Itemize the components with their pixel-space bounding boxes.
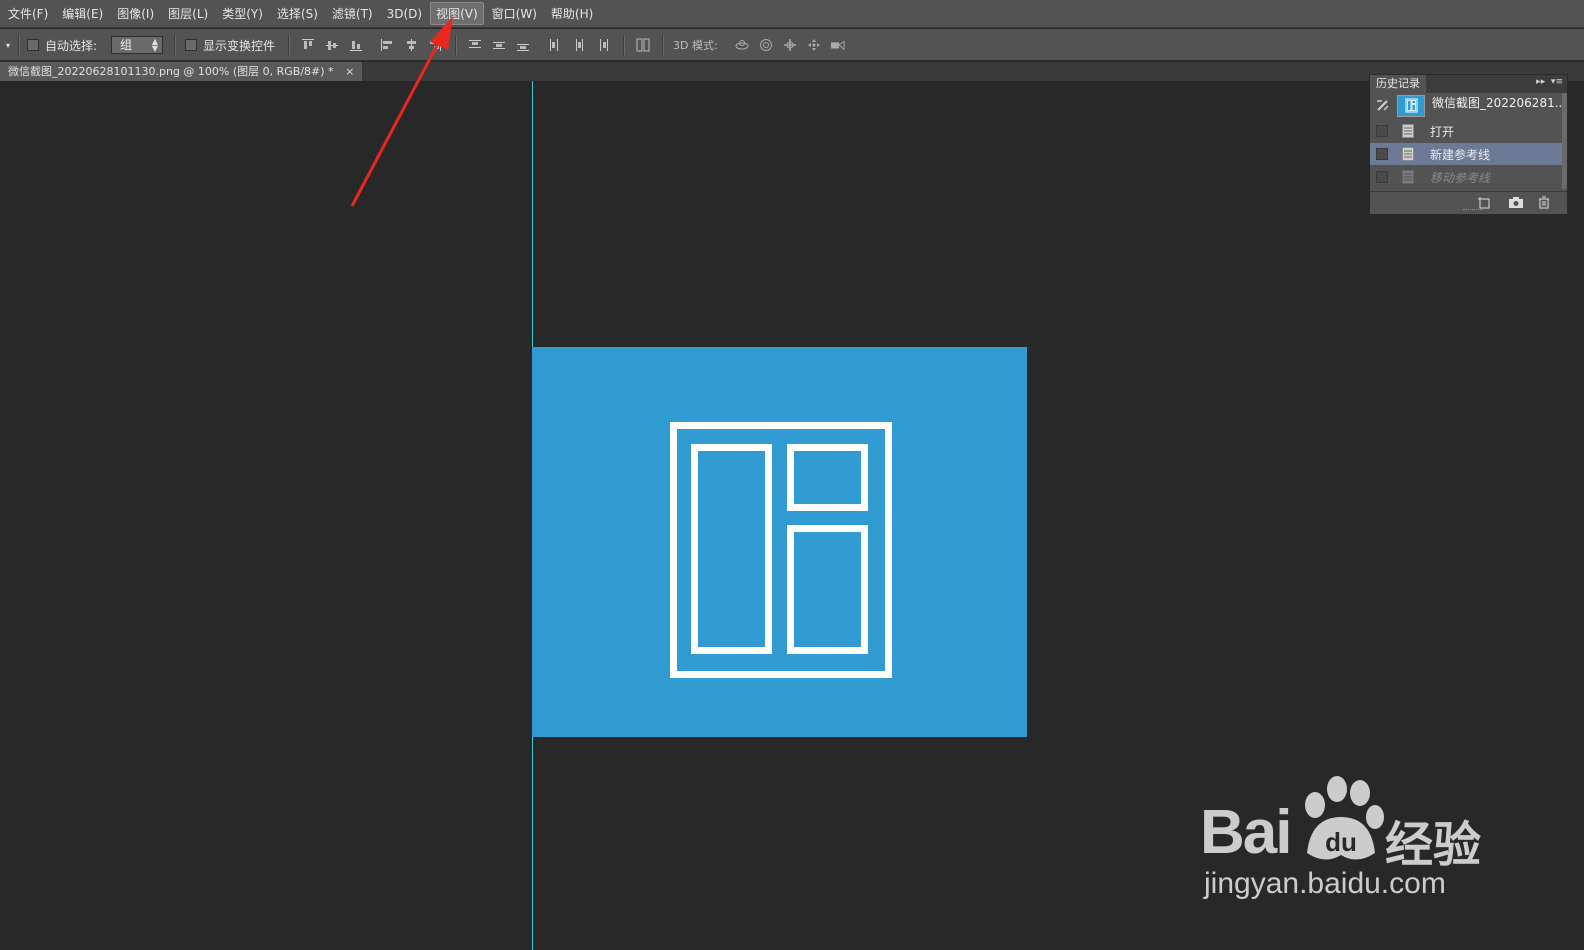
document-icon — [1402, 170, 1414, 184]
document-tab-title: 微信截图_20220628101130.png @ 100% (图层 0, RG… — [8, 65, 334, 78]
history-step-label: 新建参考线 — [1430, 147, 1491, 162]
show-transform-label: 显示变换控件 — [203, 38, 276, 53]
snapshot-thumbnail — [1397, 95, 1425, 117]
auto-select-checkbox[interactable] — [27, 39, 39, 51]
3d-slide-icon[interactable] — [807, 38, 821, 52]
history-panel-title[interactable]: 历史记录 — [1370, 75, 1426, 93]
watermark: Bai du 经验 jingyan.baidu.com — [1200, 775, 1490, 905]
camera-icon[interactable] — [1508, 196, 1524, 209]
auto-select-value: 组 — [120, 38, 133, 52]
stepper-arrows-icon: ▲ ▼ — [151, 37, 158, 53]
distribute-horizontal-center-icon[interactable] — [572, 38, 586, 52]
menu-layer[interactable]: 图层(L) — [162, 2, 214, 25]
align-top-icon[interactable] — [301, 38, 315, 52]
3d-mode-label: 3D 模式: — [673, 39, 718, 52]
history-step-checkbox[interactable] — [1376, 171, 1388, 183]
layout-grid-icon — [670, 422, 892, 678]
menu-help[interactable]: 帮助(H) — [545, 2, 599, 25]
show-transform-checkbox[interactable] — [185, 39, 197, 51]
history-scrollbar[interactable] — [1562, 93, 1567, 189]
history-step-label: 打开 — [1430, 124, 1455, 139]
history-step-checkbox[interactable] — [1376, 148, 1388, 160]
collapse-icon[interactable]: ▸▸ ▾≡ — [1536, 77, 1563, 87]
auto-select-label: 自动选择: — [45, 38, 98, 53]
menu-file[interactable]: 文件(F) — [2, 2, 54, 25]
divider — [662, 35, 664, 55]
auto-select-dropdown[interactable]: 组 ▲ ▼ — [111, 36, 163, 54]
history-panel-footer — [1370, 191, 1567, 214]
divider — [174, 35, 176, 55]
document-icon — [1402, 124, 1414, 138]
divider — [623, 35, 625, 55]
paw-logo-icon: du — [1305, 776, 1384, 860]
resize-grip[interactable] — [1463, 209, 1483, 212]
auto-align-layers-icon[interactable] — [636, 38, 650, 52]
menu-edit[interactable]: 编辑(E) — [56, 2, 109, 25]
document-tab-bar: 微信截图_20220628101130.png @ 100% (图层 0, RG… — [0, 62, 1584, 81]
options-bar: ▾ 自动选择: 组 ▲ ▼ 显示变换控件 3D 模式: — [0, 29, 1584, 61]
layout-grid-icon — [1405, 98, 1418, 113]
tool-preset-dropdown[interactable]: ▾ — [6, 29, 10, 61]
menu-image[interactable]: 图像(I) — [111, 2, 160, 25]
history-step[interactable]: 打开 — [1370, 120, 1563, 142]
menu-select[interactable]: 选择(S) — [271, 2, 324, 25]
history-step-undone[interactable]: 移动参考线 — [1370, 166, 1563, 188]
document-image[interactable] — [532, 347, 1027, 737]
menu-type[interactable]: 类型(Y) — [216, 2, 269, 25]
distribute-right-icon[interactable] — [596, 38, 610, 52]
3d-roll-icon[interactable] — [759, 38, 773, 52]
watermark-brand-suffix: 经验 — [1385, 817, 1482, 873]
divider — [18, 35, 20, 55]
chevron-down-icon: ▾ — [6, 40, 11, 50]
distribute-bottom-icon[interactable] — [516, 38, 530, 52]
history-step-selected[interactable]: 新建参考线 — [1370, 143, 1563, 165]
svg-text:du: du — [1325, 827, 1357, 857]
3d-pan-icon[interactable] — [783, 38, 797, 52]
history-step-label: 移动参考线 — [1430, 170, 1491, 185]
new-document-from-state-icon[interactable] — [1477, 196, 1491, 209]
snapshot-name: 微信截图_202206281... — [1432, 96, 1567, 110]
watermark-brand: Bai — [1200, 798, 1292, 867]
history-snapshot[interactable]: 微信截图_202206281... — [1370, 93, 1569, 121]
align-vertical-center-icon[interactable] — [325, 38, 339, 52]
history-step-checkbox[interactable] — [1376, 125, 1388, 137]
divider — [288, 35, 290, 55]
distribute-left-icon[interactable] — [548, 38, 562, 52]
history-brush-icon[interactable] — [1376, 98, 1390, 112]
annotation-arrow-icon — [350, 16, 453, 207]
3d-rotate-icon[interactable] — [735, 38, 749, 52]
distribute-top-icon[interactable] — [468, 38, 482, 52]
menu-bar: 文件(F) 编辑(E) 图像(I) 图层(L) 类型(Y) 选择(S) 滤镜(T… — [0, 0, 1584, 28]
distribute-vertical-center-icon[interactable] — [492, 38, 506, 52]
trash-icon[interactable] — [1538, 196, 1550, 209]
watermark-url: jingyan.baidu.com — [1204, 867, 1446, 900]
3d-scale-camera-icon[interactable] — [831, 38, 845, 52]
document-icon — [1402, 147, 1414, 161]
menu-window[interactable]: 窗口(W) — [486, 2, 543, 25]
history-panel-header: 历史记录 ▸▸ ▾≡ — [1370, 75, 1567, 93]
history-panel: 历史记录 ▸▸ ▾≡ 微信截图_202206281... 打开 新建参考线 移动… — [1369, 74, 1568, 215]
document-tab[interactable]: 微信截图_20220628101130.png @ 100% (图层 0, RG… — [0, 62, 363, 81]
